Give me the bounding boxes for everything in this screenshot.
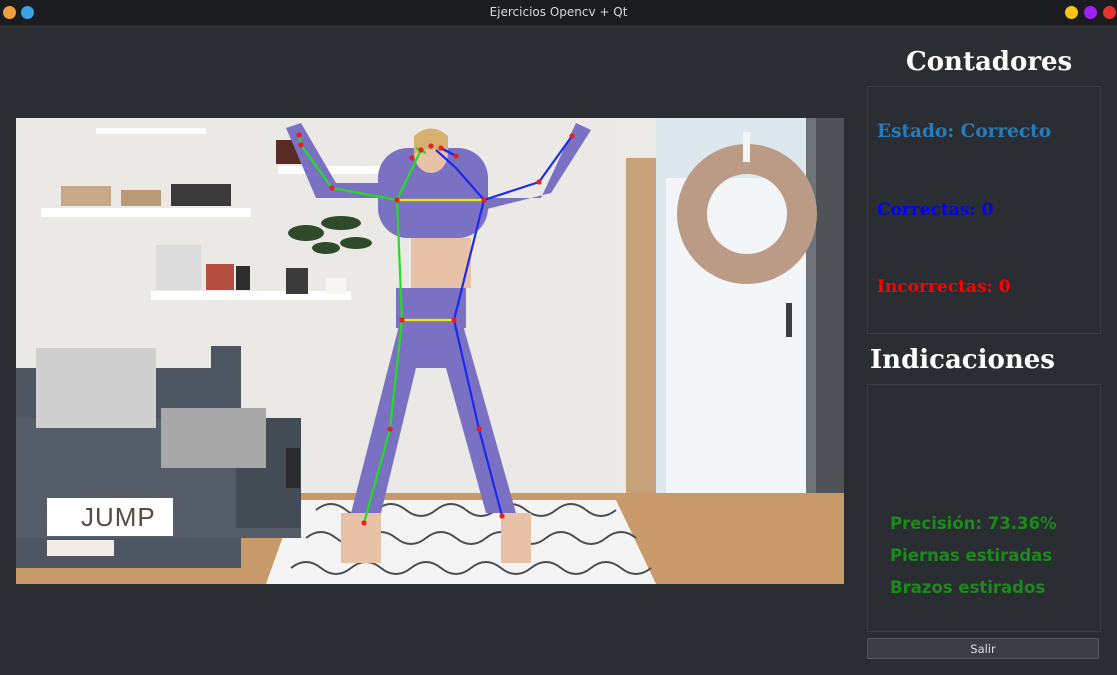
arms-indication: Brazos estirados <box>890 578 1046 597</box>
close-button[interactable] <box>1103 6 1116 19</box>
exercise-label: JUMP <box>81 502 156 532</box>
exercise-progress-box <box>47 540 114 556</box>
minimize-button[interactable] <box>1065 6 1078 19</box>
video-frame: JUMP <box>16 118 844 584</box>
legs-indication: Piernas estiradas <box>890 546 1053 565</box>
title-bar: Ejercicios Opencv + Qt <box>0 0 1117 25</box>
precision-label: Precisión: 73.36% <box>890 514 1057 533</box>
exercise-label-box: JUMP <box>47 498 173 536</box>
correct-count-label: Correctas: 0 <box>877 200 994 220</box>
window-title: Ejercicios Opencv + Qt <box>489 5 628 19</box>
incorrect-count-label: Incorrectas: 0 <box>877 277 1011 297</box>
counters-title: Contadores <box>906 47 1073 77</box>
indications-title: Indicaciones <box>870 345 1055 375</box>
status-label: Estado: Correcto <box>877 121 1052 142</box>
maximize-button[interactable] <box>1084 6 1097 19</box>
exit-button[interactable]: Salir <box>867 638 1099 659</box>
